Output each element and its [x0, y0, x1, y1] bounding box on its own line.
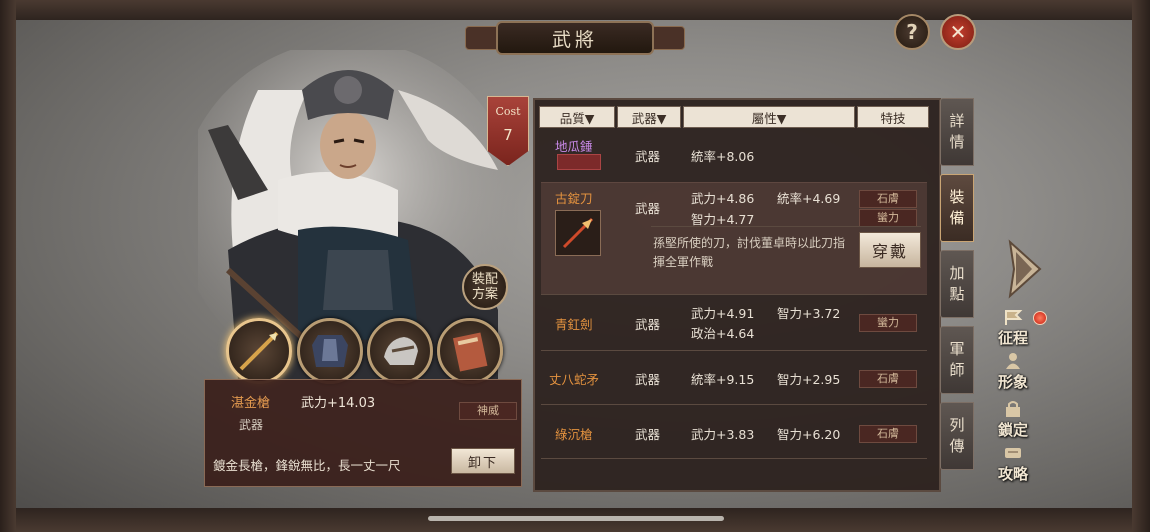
equipped-item-panel: 湛金槍 武器 武力+14.03 神威 鍍金長槍，鋒銳無比，長一丈一尺 卸下: [204, 379, 522, 487]
next-general-arrow-icon[interactable]: [1004, 238, 1044, 300]
item-name: 綠沉槍: [555, 427, 593, 442]
item-stat: 統率+4.69: [777, 191, 841, 206]
item-stat: 武力+3.83: [691, 427, 755, 442]
row-divider: [651, 226, 921, 227]
equipment-list-panel: 品質▼ 武器▼ 屬性▼ 特技 地瓜錘 武器 統率+8.06 古錠刀 武器 武力+…: [533, 98, 941, 492]
equipped-description: 鍍金長槍，鋒銳無比，長一丈一尺: [213, 458, 401, 473]
item-stat: 武力+4.91: [691, 306, 755, 321]
guide-button[interactable]: 攻略: [990, 444, 1036, 484]
help-button[interactable]: ?: [894, 14, 930, 50]
tab-points[interactable]: 加點: [940, 250, 974, 318]
list-item[interactable]: 丈八蛇矛 武器 統率+9.15 智力+2.95 石膚: [541, 350, 927, 405]
item-stat: 武力+4.86: [691, 191, 755, 206]
item-name: 青釭劍: [555, 317, 593, 332]
tab-label: 加點: [949, 264, 965, 303]
list-item-selected[interactable]: 古錠刀 武器 武力+4.86 統率+4.69 智力+4.77 石膚 蠻力 孫堅所…: [541, 182, 927, 295]
lock-label: 鎖定: [997, 421, 1028, 439]
cost-label: Cost: [495, 105, 521, 118]
book-icon: [452, 332, 488, 372]
tab-details[interactable]: 詳情: [940, 98, 974, 166]
equipped-skill-tag: 神威: [459, 402, 517, 420]
journey-button[interactable]: 征程: [990, 308, 1036, 348]
spear-icon: [239, 331, 279, 371]
appearance-button[interactable]: 形象: [990, 352, 1036, 392]
lock-button[interactable]: 鎖定: [990, 400, 1036, 440]
item-skill-tag: 蠻力: [859, 209, 917, 227]
item-stamp: [557, 154, 601, 170]
item-skill-tag: 石膚: [859, 190, 917, 208]
header-attribute[interactable]: 屬性▼: [683, 106, 855, 128]
item-type: 武器: [635, 149, 661, 164]
close-button[interactable]: ✕: [940, 14, 976, 50]
flag-icon: [1005, 310, 1023, 325]
item-stat: 智力+2.95: [777, 372, 841, 387]
lock-icon: [1006, 401, 1020, 417]
home-indicator: [428, 516, 724, 521]
header-skill: 特技: [857, 106, 929, 128]
tab-label: 列傳: [949, 416, 965, 455]
item-stat: 政治+4.64: [691, 326, 755, 341]
equipment-list: 地瓜錘 武器 統率+8.06 古錠刀 武器 武力+4.86 統率+4.69 智力…: [535, 130, 939, 490]
item-name: 丈八蛇矛: [549, 372, 600, 387]
tab-biography[interactable]: 列傳: [940, 402, 974, 470]
tab-label: 軍師: [949, 340, 965, 379]
slot-horse[interactable]: [367, 318, 433, 384]
frame-right: [1132, 0, 1150, 532]
item-stat: 智力+6.20: [777, 427, 841, 442]
figure-icon: [1006, 353, 1020, 369]
item-type: 武器: [635, 372, 661, 387]
list-item[interactable]: 青釭劍 武器 武力+4.91 智力+3.72 政治+4.64 蠻力: [541, 294, 927, 351]
notification-dot: [1033, 311, 1047, 325]
list-item[interactable]: 綠沉槍 武器 武力+3.83 智力+6.20 石膚: [541, 404, 927, 459]
tab-label: 裝備: [949, 188, 965, 227]
slot-armor[interactable]: [297, 318, 363, 384]
item-stat: 統率+8.06: [691, 149, 755, 164]
armor-icon: [312, 335, 348, 367]
list-item[interactable]: 地瓜錘 武器 統率+8.06: [541, 130, 927, 183]
slot-weapon[interactable]: [226, 318, 292, 384]
blade-icon: [562, 217, 594, 249]
equipped-type: 武器: [239, 418, 264, 432]
horse-icon: [384, 337, 418, 365]
guide-label: 攻略: [997, 465, 1028, 483]
tab-advisor[interactable]: 軍師: [940, 326, 974, 394]
item-type: 武器: [635, 317, 661, 332]
loadout-label: 裝配方案: [471, 272, 498, 302]
item-skill-tag: 石膚: [859, 370, 917, 388]
unequip-button[interactable]: 卸下: [451, 448, 515, 474]
tab-equipment[interactable]: 裝備: [940, 174, 974, 242]
wear-button[interactable]: 穿戴: [859, 232, 921, 268]
scroll-icon: [1005, 448, 1021, 458]
equipped-name: 湛金槍: [231, 396, 271, 411]
header-quality[interactable]: 品質▼: [539, 106, 615, 128]
item-type: 武器: [635, 427, 661, 442]
loadout-button[interactable]: 裝配方案: [462, 264, 508, 310]
item-name: 古錠刀: [555, 191, 593, 206]
header-weapon[interactable]: 武器▼: [617, 106, 681, 128]
frame-left: [0, 0, 16, 532]
item-icon: [555, 210, 601, 256]
cost-value: 7: [503, 126, 513, 144]
item-type: 武器: [635, 201, 661, 216]
tab-label: 詳情: [949, 112, 965, 151]
item-name: 地瓜錘: [555, 139, 593, 154]
slot-book[interactable]: [437, 318, 503, 384]
item-stat: 智力+3.72: [777, 306, 841, 321]
equipped-stat: 武力+14.03: [301, 396, 376, 411]
item-description: 孫堅所使的刀，討伐董卓時以此刀指揮全軍作戰: [653, 236, 846, 269]
item-skill-tag: 石膚: [859, 425, 917, 443]
journey-label: 征程: [997, 329, 1028, 347]
item-stat: 統率+9.15: [691, 372, 755, 387]
frame-top: [0, 0, 1150, 20]
appearance-label: 形象: [997, 373, 1028, 391]
item-skill-tag: 蠻力: [859, 314, 917, 332]
